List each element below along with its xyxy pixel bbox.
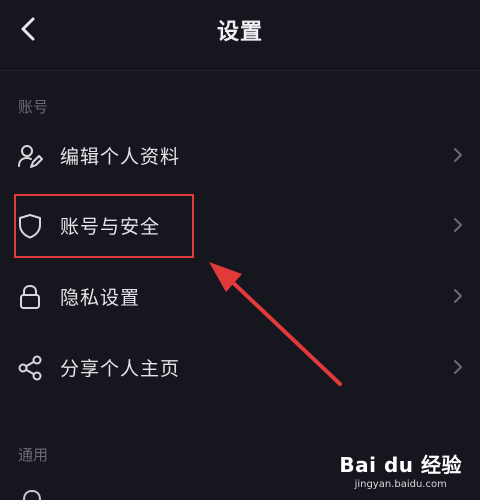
- chevron-right-icon: [454, 360, 462, 374]
- chevron-right-icon: [454, 289, 462, 303]
- watermark-logo: Bai du 经验: [339, 453, 462, 477]
- lock-icon: [20, 284, 40, 309]
- page-title: 设置: [216, 20, 263, 45]
- watermark: Bai du 经验 jingyan.baidu.com: [339, 449, 462, 490]
- chevron-right-icon: [454, 218, 462, 232]
- chevron-right-icon: [454, 148, 462, 162]
- settings-item-label: 隐私设置: [60, 287, 141, 309]
- section-label-general: 通用: [18, 446, 49, 464]
- edit-profile-icon: [18, 145, 43, 168]
- settings-item-edit-profile[interactable]: 编辑个人资料: [0, 126, 480, 186]
- settings-item-label: 编辑个人资料: [60, 146, 181, 168]
- settings-item-share-profile[interactable]: 分享个人主页: [0, 338, 480, 398]
- highlight-box: [14, 194, 194, 258]
- header-divider: [0, 70, 480, 71]
- section-label-account: 账号: [18, 98, 49, 116]
- top-bar: 设置: [0, 0, 480, 64]
- watermark-url: jingyan.baidu.com: [354, 479, 447, 490]
- settings-item-label: 分享个人主页: [60, 358, 181, 380]
- share-icon: [18, 355, 42, 381]
- settings-item-privacy[interactable]: 隐私设置: [0, 267, 480, 327]
